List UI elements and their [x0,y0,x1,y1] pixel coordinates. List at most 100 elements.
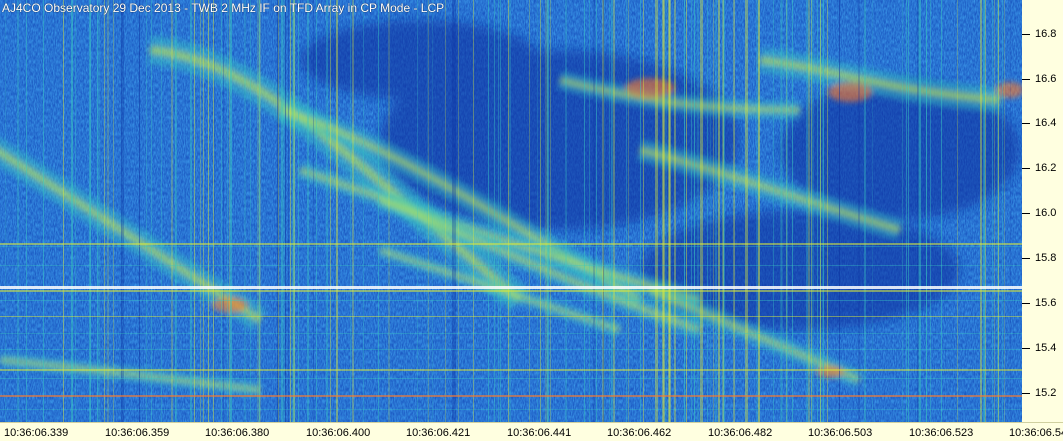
time-tick-label: 10:36:06.339 [4,427,69,439]
interference-vertical-line [194,0,195,422]
time-tick-label: 10:36:06.359 [105,427,170,439]
frequency-tick [1022,34,1030,35]
frequency-tick-label: 15.8 [1035,252,1057,264]
interference-vertical-line [509,0,510,422]
interference-vertical-line [756,0,758,422]
interference-vertical-line [151,0,152,422]
interference-vertical-line [547,0,549,422]
interference-vertical-line [733,0,734,422]
interference-horizontal-line [0,409,1022,410]
interference-vertical-line [665,0,667,422]
interference-horizontal-line [0,316,1022,317]
interference-vertical-line [872,0,873,422]
interference-vertical-line [43,0,44,422]
interference-vertical-line [473,0,474,422]
interference-vertical-line [428,0,429,422]
frequency-tick-label: 15.6 [1035,297,1057,309]
interference-vertical-line [293,0,295,422]
interference-vertical-line [980,0,982,422]
interference-vertical-line [603,0,604,422]
interference-vertical-line [584,0,585,422]
interference-vertical-line [655,0,658,422]
interference-vertical-line [229,0,230,422]
interference-vertical-line [643,0,644,422]
interference-vertical-line [858,0,860,422]
interference-vertical-line [998,0,999,422]
interference-horizontal-line [0,333,1022,334]
interference-vertical-line [713,0,714,422]
interference-vertical-line [146,0,147,422]
interference-vertical-line [498,0,499,422]
interference-vertical-line [122,0,124,422]
frequency-tick [1022,303,1030,304]
interference-vertical-line [674,0,676,422]
interference-horizontal-line [0,349,1022,350]
interference-vertical-line [537,0,538,422]
interference-vertical-line [545,0,547,422]
interference-vertical-line [190,0,192,422]
interference-vertical-line [176,0,177,422]
interference-horizontal-line [0,246,1022,247]
frequency-tick-label: 16.0 [1035,207,1057,219]
interference-vertical-line [427,0,428,422]
interference-vertical-line [298,0,299,422]
interference-horizontal-line [0,378,1022,379]
interference-vertical-line [734,0,735,422]
interference-vertical-line [388,0,390,422]
interference-vertical-line [171,0,173,422]
interference-vertical-line [628,0,629,422]
interference-vertical-line [257,0,259,422]
interference-vertical-line [700,0,703,422]
interference-vertical-line [694,0,695,422]
interference-vertical-line [104,0,105,422]
interference-vertical-line [350,0,351,422]
interference-vertical-line [445,0,446,422]
interference-vertical-line [715,0,717,422]
interference-vertical-line [244,0,246,422]
interference-vertical-line [454,0,456,422]
interference-vertical-line [926,0,927,422]
interference-vertical-line [5,0,6,422]
interference-vertical-line [113,0,114,422]
interference-vertical-line [250,0,251,422]
interference-vertical-line [227,0,228,422]
interference-vertical-line [906,0,907,422]
interference-vertical-line [820,0,821,422]
interference-vertical-line [697,0,699,422]
interference-vertical-line [336,0,338,422]
interference-vertical-line [662,0,665,422]
interference-horizontal-line [0,290,1022,292]
interference-vertical-line [609,0,610,422]
interference-vertical-line [792,0,793,422]
interference-vertical-line [1004,0,1005,422]
time-tick-label: 10:36:06.441 [507,427,572,439]
interference-vertical-line [613,0,615,422]
frequency-tick [1022,123,1030,124]
interference-vertical-line [417,0,418,422]
frequency-tick [1022,348,1030,349]
frequency-tick-label: 16.2 [1035,162,1057,174]
interference-vertical-line [508,0,509,422]
interference-vertical-line [565,0,567,422]
interference-horizontal-line [0,243,1022,245]
frequency-tick-label: 16.8 [1035,28,1057,40]
interference-vertical-line [919,0,921,422]
interference-vertical-line [827,0,828,422]
interference-vertical-line [223,0,224,422]
interference-vertical-line [316,0,317,422]
interference-vertical-line [90,0,91,422]
interference-vertical-line [864,0,866,422]
interference-vertical-line [458,0,459,422]
time-tick-label: 10:36:06.503 [808,427,873,439]
interference-vertical-line [208,0,209,422]
interference-vertical-line [494,0,495,422]
time-tick-label: 10:36:06.482 [708,427,773,439]
interference-vertical-line [930,0,931,422]
frequency-tick-label: 15.2 [1035,387,1057,399]
interference-vertical-line [626,0,627,422]
frequency-tick-label: 16.6 [1035,73,1057,85]
spectrogram-plot[interactable]: AJ4CO Observatory 29 Dec 2013 - TWB 2 MH… [0,0,1022,422]
interference-vertical-line [596,0,597,422]
interference-vertical-line [817,0,818,422]
interference-vertical-line [63,0,64,422]
